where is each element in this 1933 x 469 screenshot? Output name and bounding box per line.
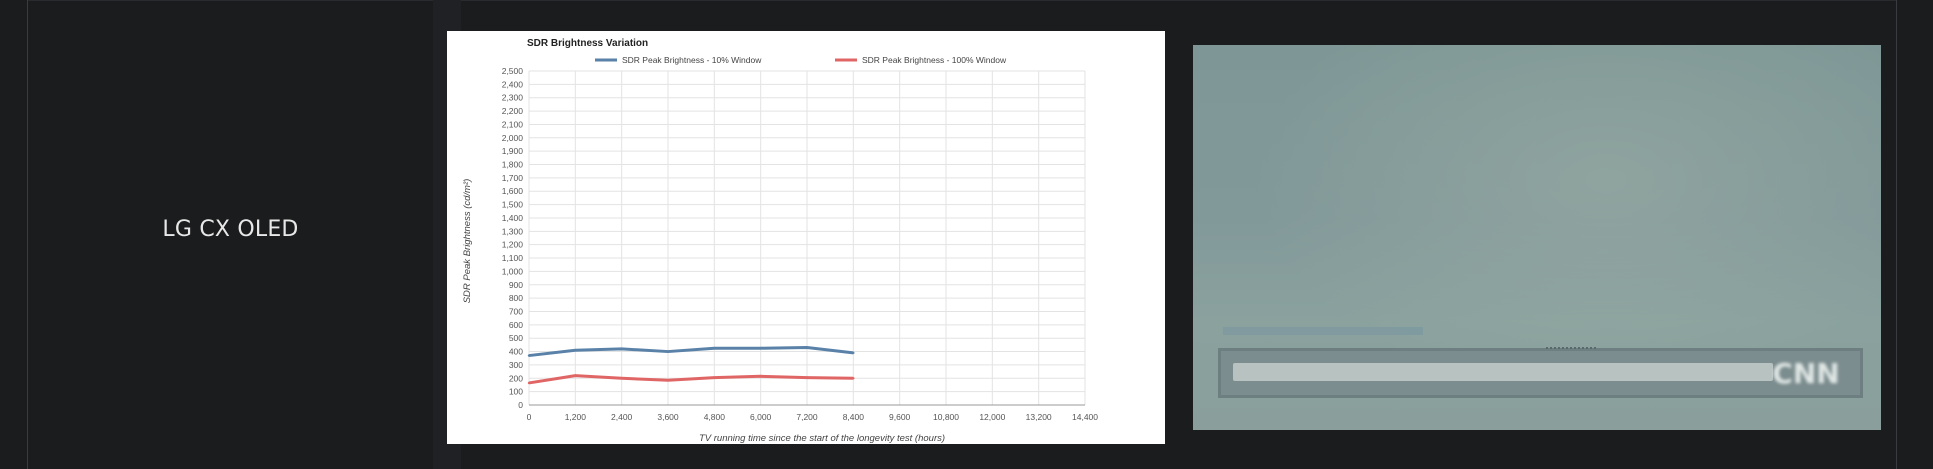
chart-svg: SDR Brightness Variation SDR Peak Bright… [462,38,1099,444]
data-point [759,375,762,378]
tv-name-cell: LG CX OLED [28,0,433,469]
news-logo: CNN [1772,356,1840,390]
y-tick-label: 400 [509,347,523,357]
y-tick-label: 2,400 [502,79,524,89]
chart-axes: 0 100 200 300 400 500 600 700 800 900 1,000 1,100 1,… [502,66,1099,422]
data-point [527,354,531,357]
news-banner: CNN [1218,347,1863,398]
chart-legend: SDR Peak Brightness - 10% Window SDR Peak… [595,55,1007,65]
y-tick-label: 1,400 [502,213,524,223]
legend-label: SDR Peak Brightness - 100% Window [862,55,1007,65]
banner-dots [1546,347,1596,351]
y-tick-label: 1,600 [502,186,524,196]
chart-title: SDR Brightness Variation [527,38,648,49]
banner-text-bar [1233,363,1773,381]
x-tick-label: 9,600 [889,412,911,422]
y-tick-label: 900 [509,280,523,290]
y-tick-label: 1,000 [502,266,524,276]
x-tick-label: 0 [527,412,532,422]
y-tick-label: 600 [509,320,523,330]
data-point [852,377,855,380]
y-tick-label: 2,000 [502,133,524,143]
y-tick-label: 1,300 [502,226,524,236]
series-line-2 [528,374,854,385]
y-tick-label: 2,500 [502,66,524,76]
data-point [527,381,531,385]
y-tick-label: 2,300 [502,93,524,103]
x-tick-label: 1,200 [565,412,587,422]
y-tick-label: 200 [509,373,523,383]
x-tick-label: 10,800 [933,412,959,422]
legend-label: SDR Peak Brightness - 10% Window [622,55,762,65]
data-point [759,347,762,350]
y-tick-label: 500 [509,333,523,343]
y-tick-label: 1,500 [502,200,524,210]
x-tick-label: 8,400 [843,412,865,422]
y-tick-label: 1,700 [502,173,524,183]
y-tick-label: 1,800 [502,160,524,170]
data-point [574,349,577,352]
ticker-label [1223,327,1423,335]
y-tick-label: 2,200 [502,106,524,116]
x-tick-label: 7,200 [796,412,818,422]
x-tick-label: 6,000 [750,412,772,422]
x-tick-label: 14,400 [1072,412,1098,422]
y-tick-label: 800 [509,293,523,303]
x-tick-label: 4,800 [704,412,726,422]
tv-name: LG CX OLED [162,217,299,242]
y-tick-label: 100 [509,387,523,397]
y-tick-label: 1,100 [502,253,524,263]
y-tick-label: 300 [509,360,523,370]
x-tick-label: 12,000 [979,412,1005,422]
y-tick-label: 2,100 [502,119,524,129]
data-point [713,376,716,379]
x-tick-label: 2,400 [611,412,633,422]
x-tick-label: 13,200 [1026,412,1052,422]
brightness-chart: SDR Brightness Variation SDR Peak Bright… [447,31,1165,444]
y-tick-label: 1,900 [502,146,524,156]
x-axis-label: TV running time since the start of the l… [699,433,945,444]
data-point [852,351,855,355]
data-point [574,374,577,377]
y-tick-label: 1,200 [502,240,524,250]
y-tick-label: 0 [518,400,523,410]
data-point [713,347,716,350]
y-tick-label: 700 [509,306,523,316]
data-point [805,346,809,349]
data-point [666,350,670,353]
x-tick-label: 3,600 [657,412,679,422]
data-point [666,379,670,382]
chart-grid [528,70,1086,406]
data-point [620,377,623,380]
data-point [805,376,809,379]
y-axis-label: SDR Peak Brightness (cd/m²) [462,179,473,304]
data-point [620,347,623,351]
screen-photo: CNN [1193,45,1881,430]
